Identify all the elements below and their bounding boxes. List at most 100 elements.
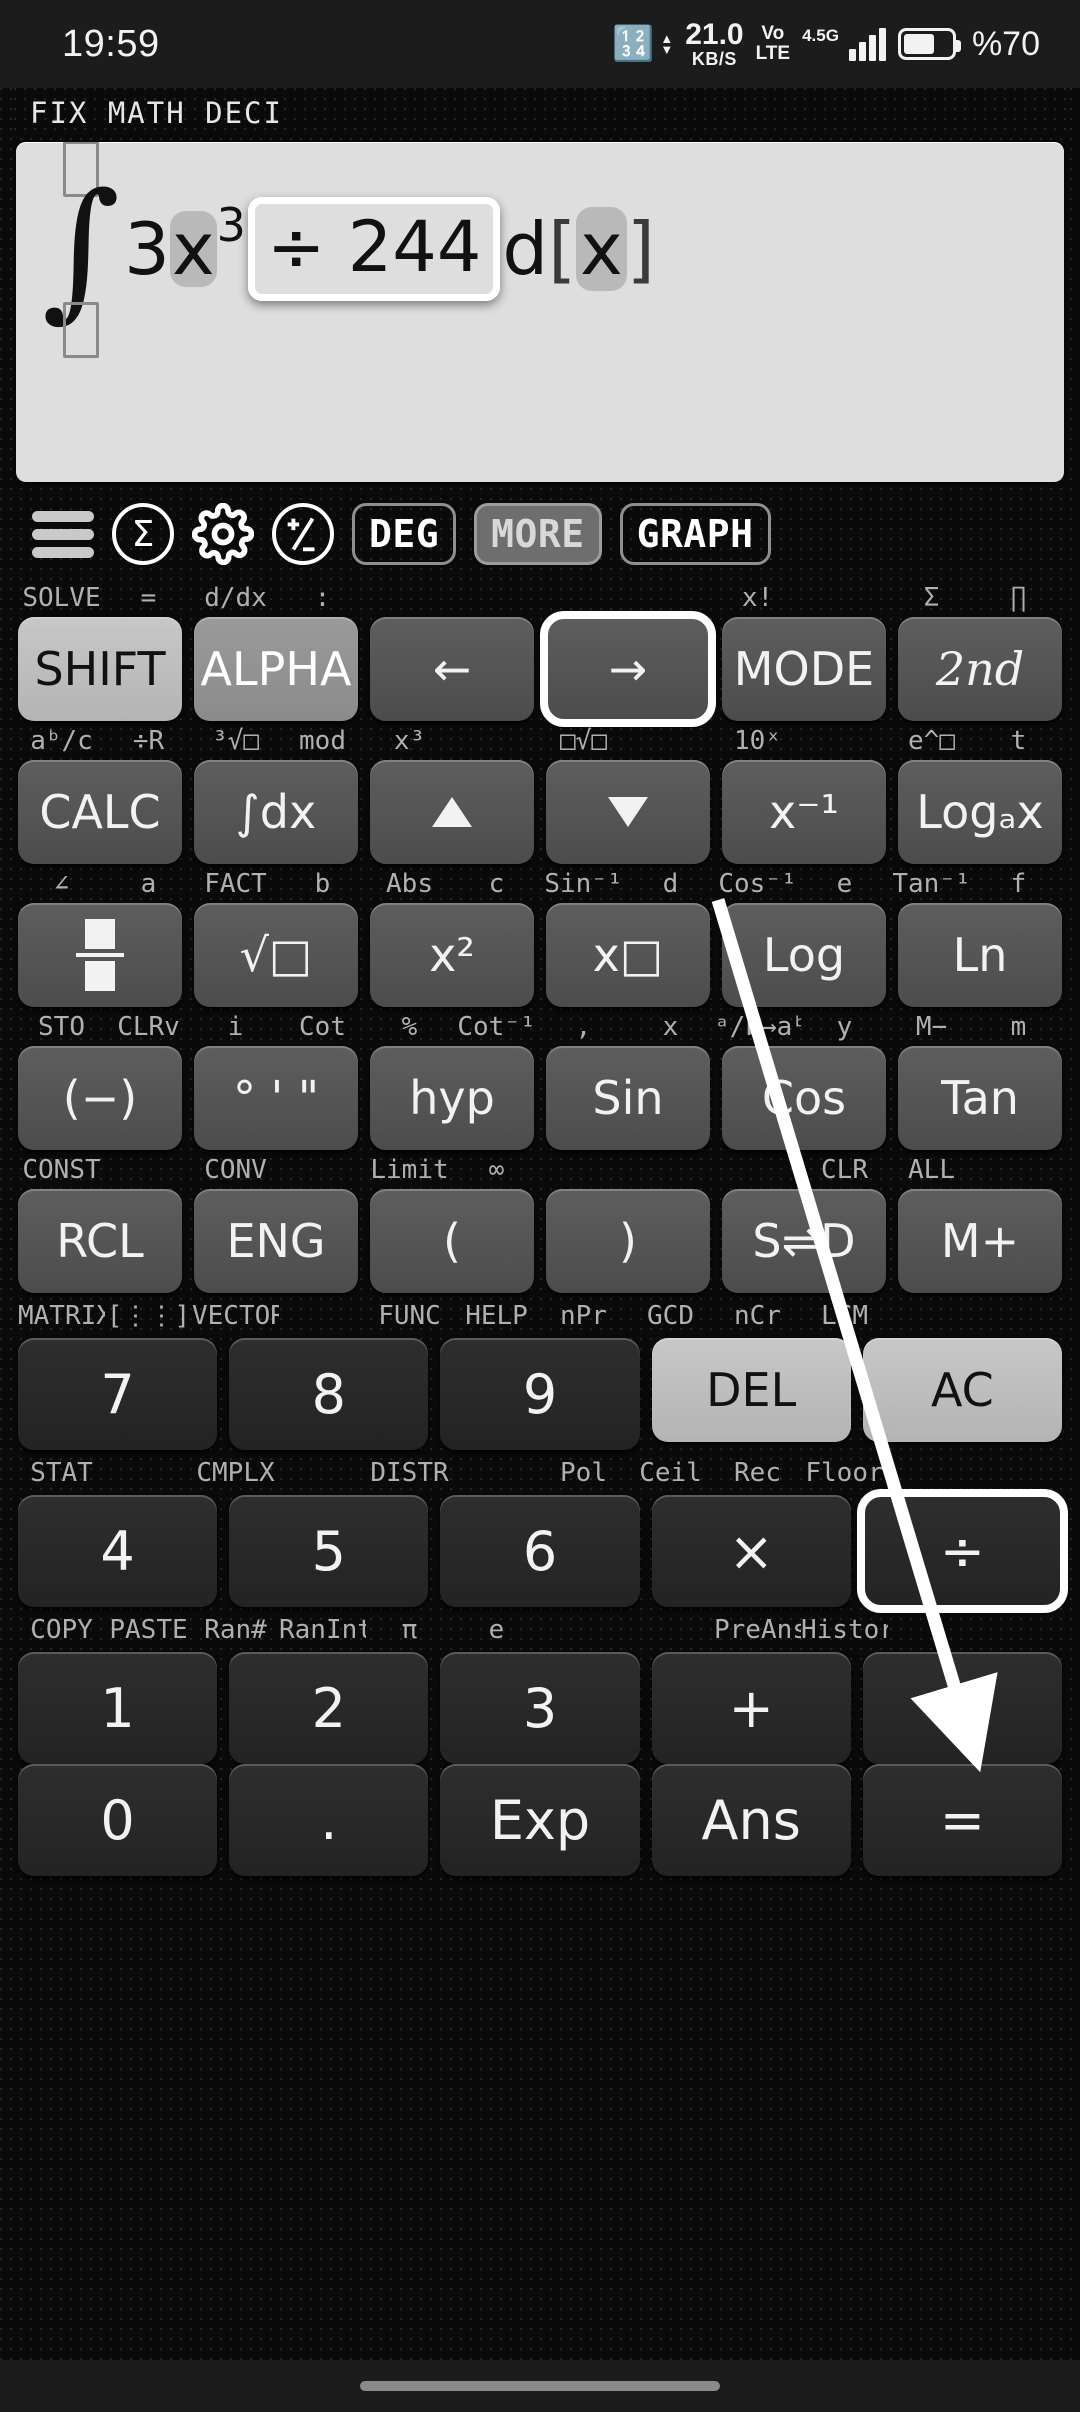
integration-variable: x	[576, 207, 627, 291]
key-all-clear[interactable]: AC	[862, 1338, 1062, 1442]
key-equals[interactable]: =	[862, 1764, 1062, 1876]
key-alpha[interactable]: ALPHA	[194, 617, 358, 721]
key-label: RCL	[56, 1214, 144, 1268]
key-log[interactable]: Log	[722, 903, 886, 1007]
fraction-icon	[76, 919, 124, 991]
key-square[interactable]: x²	[370, 903, 534, 1007]
exponent: 3	[216, 198, 246, 252]
key-arrow-up[interactable]	[370, 760, 534, 864]
calculator-app: 19:59 🔢 ▲ ▼ 21.0 KB/S Vo LTE 4.5G %70 FIX…	[0, 0, 1080, 2412]
key-digit-0[interactable]: 0	[18, 1764, 218, 1876]
key-label: DEL	[706, 1363, 797, 1417]
key-divide[interactable]: ÷	[856, 1489, 1068, 1613]
key-log-base-a[interactable]: Logₐx	[898, 760, 1062, 864]
key-label: 1	[100, 1676, 135, 1740]
key-label-row: COPY PASTE Ran# RanInt π e PreAnsHistory	[18, 1609, 1062, 1651]
key-secondary-label: aᵇ/c	[30, 726, 93, 756]
key-label: ALPHA	[200, 642, 352, 696]
key-calc[interactable]: CALC	[18, 760, 182, 864]
key-secondary-label: ∠	[53, 869, 70, 899]
graph-button[interactable]: GRAPH	[619, 503, 771, 565]
key-paren-close[interactable]: )	[546, 1189, 710, 1293]
calculator-display[interactable]: ∫ 3 x 3 ÷ 244 d [ x ]	[16, 142, 1064, 482]
key-label: 8	[311, 1362, 346, 1426]
key-square-root[interactable]: √□	[194, 903, 358, 1007]
key-label: ∫dx	[235, 785, 317, 839]
key-negative[interactable]: (−)	[18, 1046, 182, 1150]
key-exponent[interactable]: Exp	[440, 1764, 640, 1876]
key-ln[interactable]: Ln	[898, 903, 1062, 1007]
key-secondary-label: MATRIX	[18, 1301, 105, 1331]
key-secondary-label: b	[314, 869, 331, 899]
key-sine[interactable]: Sin	[546, 1046, 710, 1150]
key-tangent[interactable]: Tan	[898, 1046, 1062, 1150]
key-paren-open[interactable]: (	[370, 1189, 534, 1293]
more-button[interactable]: MORE	[474, 503, 602, 565]
key-memory-plus[interactable]: M+	[898, 1189, 1062, 1293]
key-label: +	[728, 1676, 774, 1740]
key-secondary-label: Rec	[734, 1458, 781, 1488]
key-power[interactable]: x□	[546, 903, 710, 1007]
gear-icon[interactable]	[192, 503, 254, 565]
key-plus[interactable]: +	[651, 1652, 851, 1764]
key-digit-1[interactable]: 1	[18, 1652, 218, 1764]
key-secondary-label: CMPLX	[196, 1458, 275, 1488]
key-row: SHIFT ALPHA ← → MODE 2nd	[18, 611, 1062, 727]
plus-minus-circle-icon[interactable]	[272, 503, 334, 565]
key-digit-9[interactable]: 9	[440, 1338, 640, 1450]
bluetooth-icon: 🔢	[611, 25, 655, 63]
key-arrow-down[interactable]	[546, 760, 710, 864]
key-degrees-minutes-seconds[interactable]: ° ' "	[194, 1046, 358, 1150]
key-digit-5[interactable]: 5	[229, 1495, 429, 1607]
key-secondary-label: M−	[915, 1012, 948, 1042]
key-row: (−) ° ' " hyp Sin Cos Tan	[18, 1046, 1062, 1150]
hamburger-menu-icon[interactable]	[32, 510, 94, 558]
variable: x	[169, 207, 217, 291]
lower-limit-placeholder[interactable]	[63, 301, 100, 358]
status-clock: 19:59	[62, 22, 160, 65]
key-std-dec-toggle[interactable]: S⇌D	[722, 1189, 886, 1293]
key-secondary-label: i	[227, 1012, 244, 1042]
key-reciprocal[interactable]: x⁻¹	[722, 760, 886, 864]
key-secondary-label: ³√□	[212, 726, 259, 756]
key-secondary-label: Pol	[560, 1458, 607, 1488]
key-secondary-label: %	[401, 1012, 418, 1042]
key-digit-7[interactable]: 7	[18, 1338, 218, 1450]
key-label: SHIFT	[34, 642, 166, 696]
key-digit-6[interactable]: 6	[440, 1495, 640, 1607]
selected-token[interactable]: ÷ 244	[247, 197, 501, 301]
key-shift[interactable]: SHIFT	[18, 617, 182, 721]
key-multiply[interactable]: ×	[651, 1495, 851, 1607]
key-arrow-left[interactable]: ←	[370, 617, 534, 721]
key-secondary-label: CLRv	[117, 1012, 180, 1042]
home-indicator[interactable]	[360, 2381, 720, 2391]
key-answer[interactable]: Ans	[651, 1764, 851, 1876]
key-hyperbolic[interactable]: hyp	[370, 1046, 534, 1150]
key-engineering[interactable]: ENG	[194, 1189, 358, 1293]
key-digit-3[interactable]: 3	[440, 1652, 640, 1764]
key-digit-4[interactable]: 4	[18, 1495, 218, 1607]
integration-variable-group: [ x ]	[548, 207, 655, 291]
key-secondary-label: nPr	[560, 1301, 607, 1331]
sigma-circle-icon[interactable]: Σ	[112, 503, 174, 565]
key-minus[interactable]: −	[862, 1652, 1062, 1764]
data-transfer-arrows-icon: ▲ ▼	[660, 30, 674, 57]
key-integral-dx[interactable]: ∫dx	[194, 760, 358, 864]
key-delete[interactable]: DEL	[651, 1338, 851, 1442]
key-cosine[interactable]: Cos	[722, 1046, 886, 1150]
key-digit-8[interactable]: 8	[229, 1338, 429, 1450]
key-fraction[interactable]	[18, 903, 182, 1007]
network-speed-unit: KB/S	[691, 49, 737, 69]
key-recall[interactable]: RCL	[18, 1189, 182, 1293]
key-label: Tan	[941, 1071, 1019, 1125]
key-arrow-right[interactable]: →	[540, 611, 716, 727]
key-second[interactable]: 2nd	[898, 617, 1062, 721]
key-secondary-label: c	[488, 869, 505, 899]
key-mode[interactable]: MODE	[722, 617, 886, 721]
angle-mode-button[interactable]: DEG	[352, 503, 457, 565]
key-digit-2[interactable]: 2	[229, 1652, 429, 1764]
key-decimal-point[interactable]: .	[229, 1764, 429, 1876]
key-label: Logₐx	[916, 785, 1044, 839]
key-label: 3	[522, 1676, 558, 1740]
key-label-row: ∠ a FACT b Abs c Sin⁻¹ d Cos⁻¹ e Tan⁻¹ f	[18, 866, 1062, 902]
